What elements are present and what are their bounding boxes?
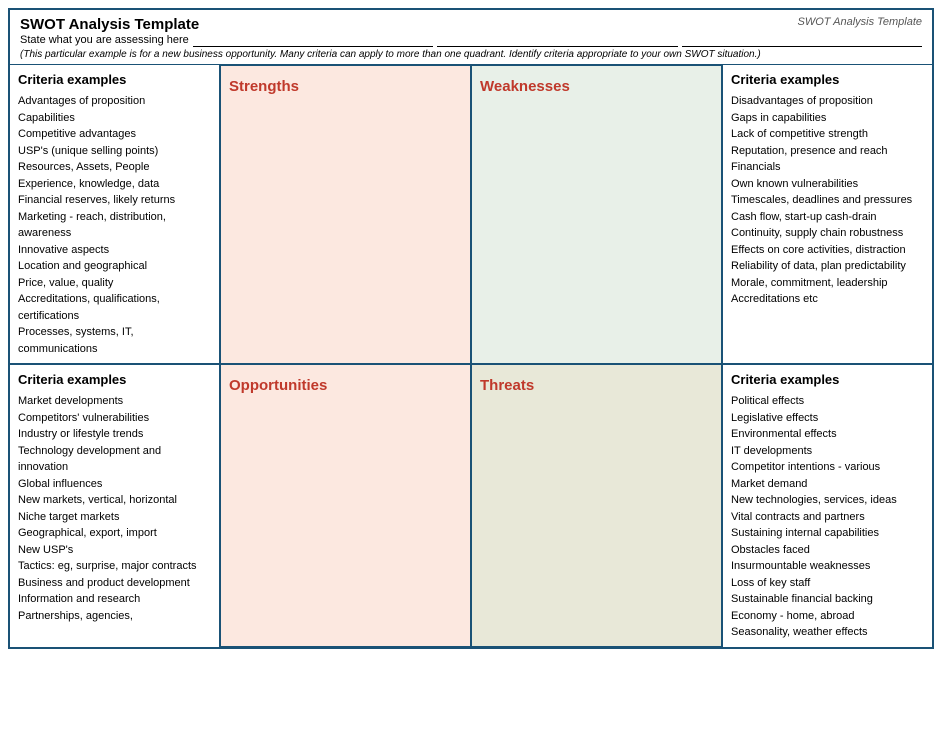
criteria-bottom-left: Criteria examples Market developmentsCom… <box>10 364 220 647</box>
list-item: IT developments <box>731 443 924 460</box>
list-item: New markets, vertical, horizontal <box>18 492 211 509</box>
header-note: (This particular example is for a new bu… <box>20 49 922 60</box>
list-item: Sustainable financial backing <box>731 591 924 608</box>
list-item: Processes, systems, IT, communications <box>18 324 211 357</box>
list-item: Reputation, presence and reach <box>731 143 924 160</box>
list-item: New USP's <box>18 542 211 559</box>
list-item: Accreditations etc <box>731 291 924 308</box>
list-item: New technologies, services, ideas <box>731 492 924 509</box>
criteria-top-left-list: Advantages of propositionCapabilitiesCom… <box>18 93 211 357</box>
criteria-bottom-right-list: Political effectsLegislative effectsEnvi… <box>731 393 924 641</box>
criteria-bottom-right-heading: Criteria examples <box>731 371 924 389</box>
header: SWOT Analysis Template SWOT Analysis Tem… <box>10 10 932 65</box>
list-item: Environmental effects <box>731 426 924 443</box>
list-item: USP's (unique selling points) <box>18 143 211 160</box>
list-item: Gaps in capabilities <box>731 110 924 127</box>
list-item: Vital contracts and partners <box>731 509 924 526</box>
list-item: Information and research <box>18 591 211 608</box>
list-item: Own known vulnerabilities <box>731 176 924 193</box>
main-title: SWOT Analysis Template <box>20 16 922 33</box>
criteria-top-right-heading: Criteria examples <box>731 71 924 89</box>
threats-label: Threats <box>480 371 713 400</box>
list-item: Loss of key staff <box>731 575 924 592</box>
strengths-cell: Strengths <box>220 65 471 364</box>
list-item: Capabilities <box>18 110 211 127</box>
weaknesses-cell: Weaknesses <box>471 65 722 364</box>
list-item: Global influences <box>18 476 211 493</box>
list-item: Financials <box>731 159 924 176</box>
swot-container: SWOT Analysis Template SWOT Analysis Tem… <box>8 8 934 649</box>
list-item: Business and product development <box>18 575 211 592</box>
opportunities-label: Opportunities <box>229 371 462 400</box>
list-item: Economy - home, abroad <box>731 608 924 625</box>
subtitle-row: State what you are assessing here <box>20 33 922 47</box>
criteria-bottom-left-heading: Criteria examples <box>18 371 211 389</box>
criteria-bottom-left-list: Market developmentsCompetitors' vulnerab… <box>18 393 211 624</box>
list-item: Morale, commitment, leadership <box>731 275 924 292</box>
list-item: Legislative effects <box>731 410 924 427</box>
list-item: Market developments <box>18 393 211 410</box>
list-item: Competitive advantages <box>18 126 211 143</box>
list-item: Accreditations, qualifications, certific… <box>18 291 211 324</box>
list-item: Resources, Assets, People <box>18 159 211 176</box>
list-item: Continuity, supply chain robustness <box>731 225 924 242</box>
list-item: Marketing - reach, distribution, awarene… <box>18 209 211 242</box>
list-item: Location and geographical <box>18 258 211 275</box>
list-item: Sustaining internal capabilities <box>731 525 924 542</box>
list-item: Political effects <box>731 393 924 410</box>
list-item: Competitors' vulnerabilities <box>18 410 211 427</box>
criteria-top-right-list: Disadvantages of propositionGaps in capa… <box>731 93 924 308</box>
list-item: Advantages of proposition <box>18 93 211 110</box>
swot-grid: Criteria examples Advantages of proposit… <box>10 65 932 647</box>
list-item: Technology development and innovation <box>18 443 211 476</box>
criteria-top-right: Criteria examples Disadvantages of propo… <box>722 65 932 364</box>
list-item: Obstacles faced <box>731 542 924 559</box>
list-item: Competitor intentions - various <box>731 459 924 476</box>
list-item: Innovative aspects <box>18 242 211 259</box>
subtitle-underline2 <box>437 33 677 47</box>
subtitle-underline <box>193 33 433 47</box>
weaknesses-label: Weaknesses <box>480 72 713 101</box>
list-item: Experience, knowledge, data <box>18 176 211 193</box>
opportunities-cell: Opportunities <box>220 364 471 647</box>
list-item: Reliability of data, plan predictability <box>731 258 924 275</box>
list-item: Niche target markets <box>18 509 211 526</box>
list-item: Cash flow, start-up cash-drain <box>731 209 924 226</box>
list-item: Seasonality, weather effects <box>731 624 924 641</box>
subtitle-text: State what you are assessing here <box>20 34 189 46</box>
list-item: Industry or lifestyle trends <box>18 426 211 443</box>
list-item: Tactics: eg, surprise, major contracts <box>18 558 211 575</box>
list-item: Financial reserves, likely returns <box>18 192 211 209</box>
list-item: Geographical, export, import <box>18 525 211 542</box>
list-item: Timescales, deadlines and pressures <box>731 192 924 209</box>
list-item: Market demand <box>731 476 924 493</box>
strengths-label: Strengths <box>229 72 462 101</box>
criteria-top-left-heading: Criteria examples <box>18 71 211 89</box>
list-item: Disadvantages of proposition <box>731 93 924 110</box>
list-item: Price, value, quality <box>18 275 211 292</box>
list-item: Effects on core activities, distraction <box>731 242 924 259</box>
criteria-top-left: Criteria examples Advantages of proposit… <box>10 65 220 364</box>
watermark: SWOT Analysis Template <box>797 16 922 28</box>
criteria-bottom-right: Criteria examples Political effectsLegis… <box>722 364 932 647</box>
subtitle-underline3 <box>682 33 922 47</box>
list-item: Lack of competitive strength <box>731 126 924 143</box>
threats-cell: Threats <box>471 364 722 647</box>
list-item: Partnerships, agencies, <box>18 608 211 625</box>
list-item: Insurmountable weaknesses <box>731 558 924 575</box>
